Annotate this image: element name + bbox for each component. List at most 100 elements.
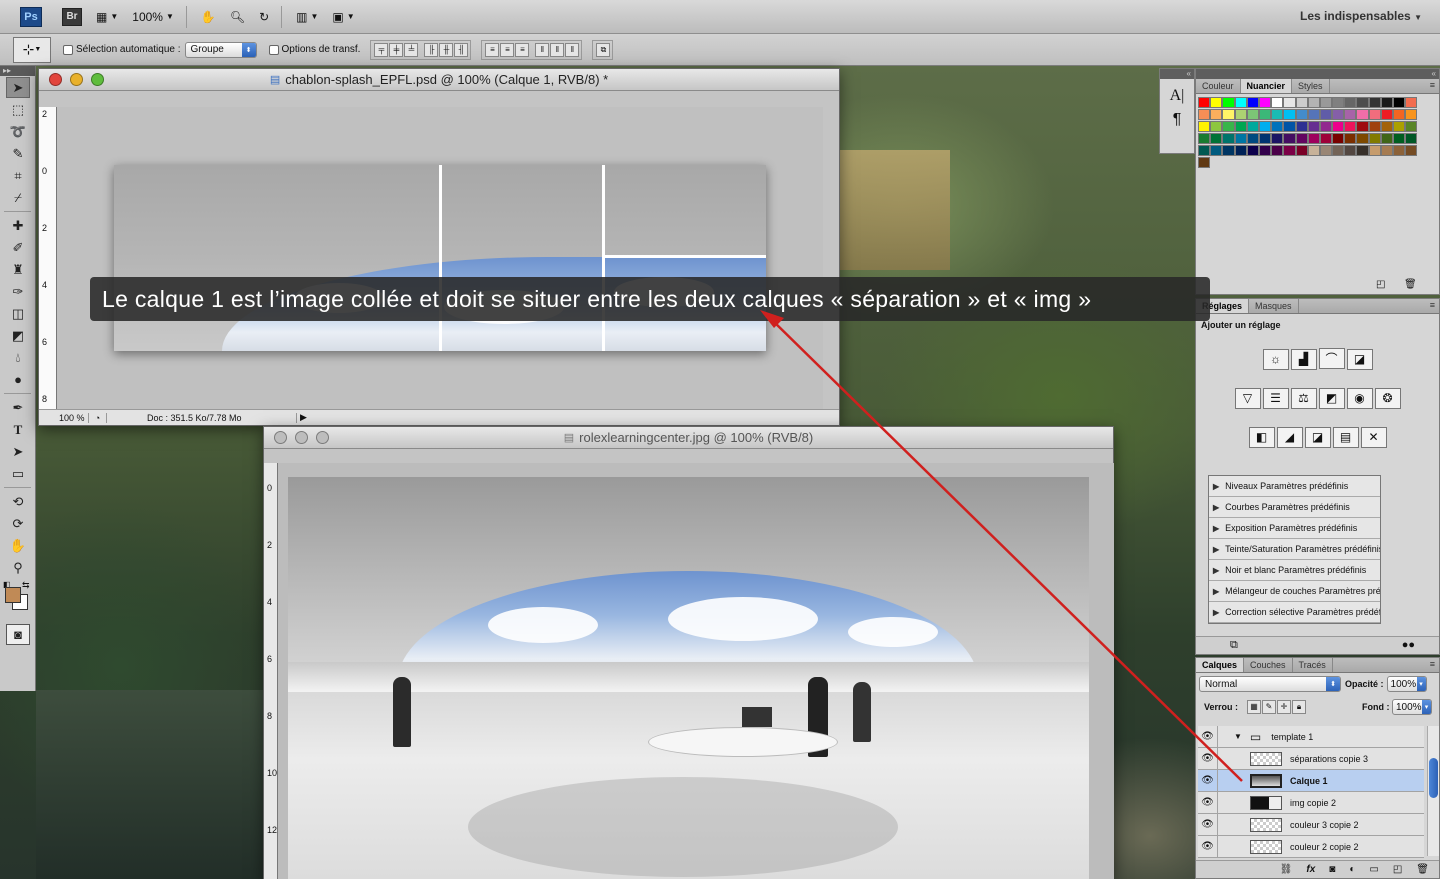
color-swatch[interactable] [1368,109,1381,120]
distribute-right-icon[interactable]: ‖ [565,42,580,57]
paragraph-panel-icon[interactable]: ¶ [1160,111,1194,129]
type-tool-icon[interactable]: T [6,419,30,440]
color-swatch[interactable] [1198,157,1211,168]
color-swatch[interactable] [1283,109,1296,120]
zoom-level-dropdown[interactable]: 100% ▼ [132,10,174,24]
zoom-percentage[interactable]: 100 % [39,412,89,423]
color-swatch[interactable] [1393,97,1406,108]
color-swatch[interactable] [1307,121,1320,132]
color-swatch[interactable] [1332,121,1345,132]
tab-calques[interactable]: Calques [1196,658,1245,672]
distribute-bottom-icon[interactable]: ≡ [515,42,530,57]
vertical-ruler[interactable]: 02468101214 [264,463,278,879]
color-swatch[interactable] [1234,109,1247,120]
color-swatch[interactable] [1356,121,1369,132]
preset-item[interactable]: ▶ Mélangeur de couches Paramètres préd... [1209,581,1380,602]
new-swatch-icon[interactable]: ◰ [1376,279,1385,290]
selective-color-icon[interactable]: ✕ [1360,426,1387,448]
fill-field[interactable]: 100% ▾ [1392,699,1432,715]
levels-icon[interactable]: ▟ [1290,348,1317,370]
preset-item[interactable]: ▶ Niveaux Paramètres prédéfinis [1209,476,1380,497]
color-swatch[interactable] [1344,97,1357,108]
lasso-tool-icon[interactable]: ➰ [6,121,30,142]
color-swatch[interactable] [1380,145,1393,156]
clone-stamp-tool-icon[interactable]: ♜ [6,259,30,280]
crop-tool-icon[interactable]: ⌗ [6,165,30,186]
document-title-bar[interactable]: ▤ rolexlearningcenter.jpg @ 100% (RVB/8) [264,427,1113,449]
tab-nuancier[interactable]: Nuancier [1240,79,1293,93]
color-swatch[interactable] [1246,121,1259,132]
distribute-vcenter-icon[interactable]: ≡ [500,42,515,57]
dodge-tool-icon[interactable]: ● [6,369,30,390]
marquee-tool-icon[interactable]: ⬚ [6,99,30,120]
color-swatch[interactable] [1295,97,1308,108]
align-left-icon[interactable]: ╟ [424,42,439,57]
color-swatch[interactable] [1356,133,1369,144]
color-swatch[interactable] [1234,97,1247,108]
color-swatch[interactable] [1319,145,1333,156]
color-swatch[interactable] [1405,121,1418,132]
color-swatch[interactable] [1405,109,1418,120]
bridge-button[interactable]: Br [62,7,82,26]
trash-icon[interactable]: 🗑︎ [1404,279,1417,290]
color-swatch[interactable] [1198,97,1211,108]
gradient-map-icon[interactable]: ▤ [1332,426,1359,448]
add-mask-icon[interactable]: ◙ [1329,864,1335,875]
color-swatch[interactable] [1222,121,1235,132]
distribute-hcenter-icon[interactable]: ‖ [550,42,565,57]
disclosure-triangle-icon[interactable]: ▼ [1234,732,1242,741]
threshold-icon[interactable]: ◪ [1304,426,1331,448]
layers-scrollbar[interactable] [1427,726,1439,856]
hand-tool-button[interactable]: ✋ [201,10,216,24]
close-window-button[interactable] [49,73,62,86]
blend-mode-dropdown[interactable]: Normal ⬍ [1199,676,1341,692]
color-swatch[interactable] [1258,97,1272,108]
canvas-area[interactable] [57,107,823,409]
preset-item[interactable]: ▶ Courbes Paramètres prédéfinis [1209,497,1380,518]
color-balance-icon[interactable]: ⚖ [1290,387,1317,409]
scroll-thumb[interactable] [1429,758,1438,798]
zoom-window-button[interactable] [91,73,104,86]
color-swatch[interactable] [1319,97,1333,108]
align-top-icon[interactable]: ╤ [374,42,389,57]
visibility-eye-icon[interactable]: 👁︎ [1198,814,1218,835]
color-swatch[interactable] [1405,133,1418,144]
disclosure-triangle-icon[interactable]: ▶ [1213,503,1219,512]
color-swatch[interactable] [1295,121,1308,132]
color-swatch[interactable] [1332,109,1345,120]
color-swatch[interactable] [1271,97,1284,108]
close-window-button[interactable] [274,431,287,444]
lock-all-icon[interactable]: 🔒︎ [1292,700,1307,714]
vertical-ruler[interactable]: 2 0 2 4 6 8 [39,107,57,409]
screen-mode-button[interactable]: ▣ ▼ [332,10,354,24]
color-swatch[interactable] [1368,133,1381,144]
align-right-icon[interactable]: ╢ [454,42,469,57]
tab-styles[interactable]: Styles [1292,79,1330,93]
layer-row[interactable]: 👁︎ img copie 2 [1198,792,1424,814]
status-options-icon[interactable]: ◔ [89,412,107,423]
color-swatch[interactable] [1332,145,1345,156]
color-swatch[interactable] [1307,145,1320,156]
color-swatch[interactable] [1405,145,1418,156]
color-swatch[interactable] [1222,145,1235,156]
color-swatch[interactable] [1210,133,1223,144]
align-bottom-icon[interactable]: ╧ [404,42,419,57]
preset-item[interactable]: ▶ Exposition Paramètres prédéfinis [1209,518,1380,539]
brightness-contrast-icon[interactable]: ☼ [1262,348,1289,370]
pen-tool-icon[interactable]: ✒ [6,397,30,418]
auto-align-layers-icon[interactable]: ⧉ [596,42,611,57]
hand-tool-icon[interactable]: ✋ [6,535,30,556]
color-swatch[interactable] [1246,97,1259,108]
color-swatch[interactable] [1332,97,1345,108]
transform-controls-checkbox[interactable]: Options de transf. [268,44,360,55]
color-swatch[interactable] [1271,109,1284,120]
color-swatch[interactable] [1307,109,1320,120]
lock-position-icon[interactable]: ✛ [1277,700,1292,714]
color-swatch[interactable] [1393,145,1406,156]
panel-grip[interactable]: ▸▸ [0,66,35,76]
trash-icon[interactable]: 🗑︎ [1416,864,1429,875]
path-selection-tool-icon[interactable]: ➤ [6,441,30,462]
zoom-tool-button[interactable]: 🔍︎ [230,10,245,24]
healing-brush-tool-icon[interactable]: ✚ [6,215,30,236]
workspace-switcher[interactable]: Les indispensables ▼ [1300,9,1422,23]
